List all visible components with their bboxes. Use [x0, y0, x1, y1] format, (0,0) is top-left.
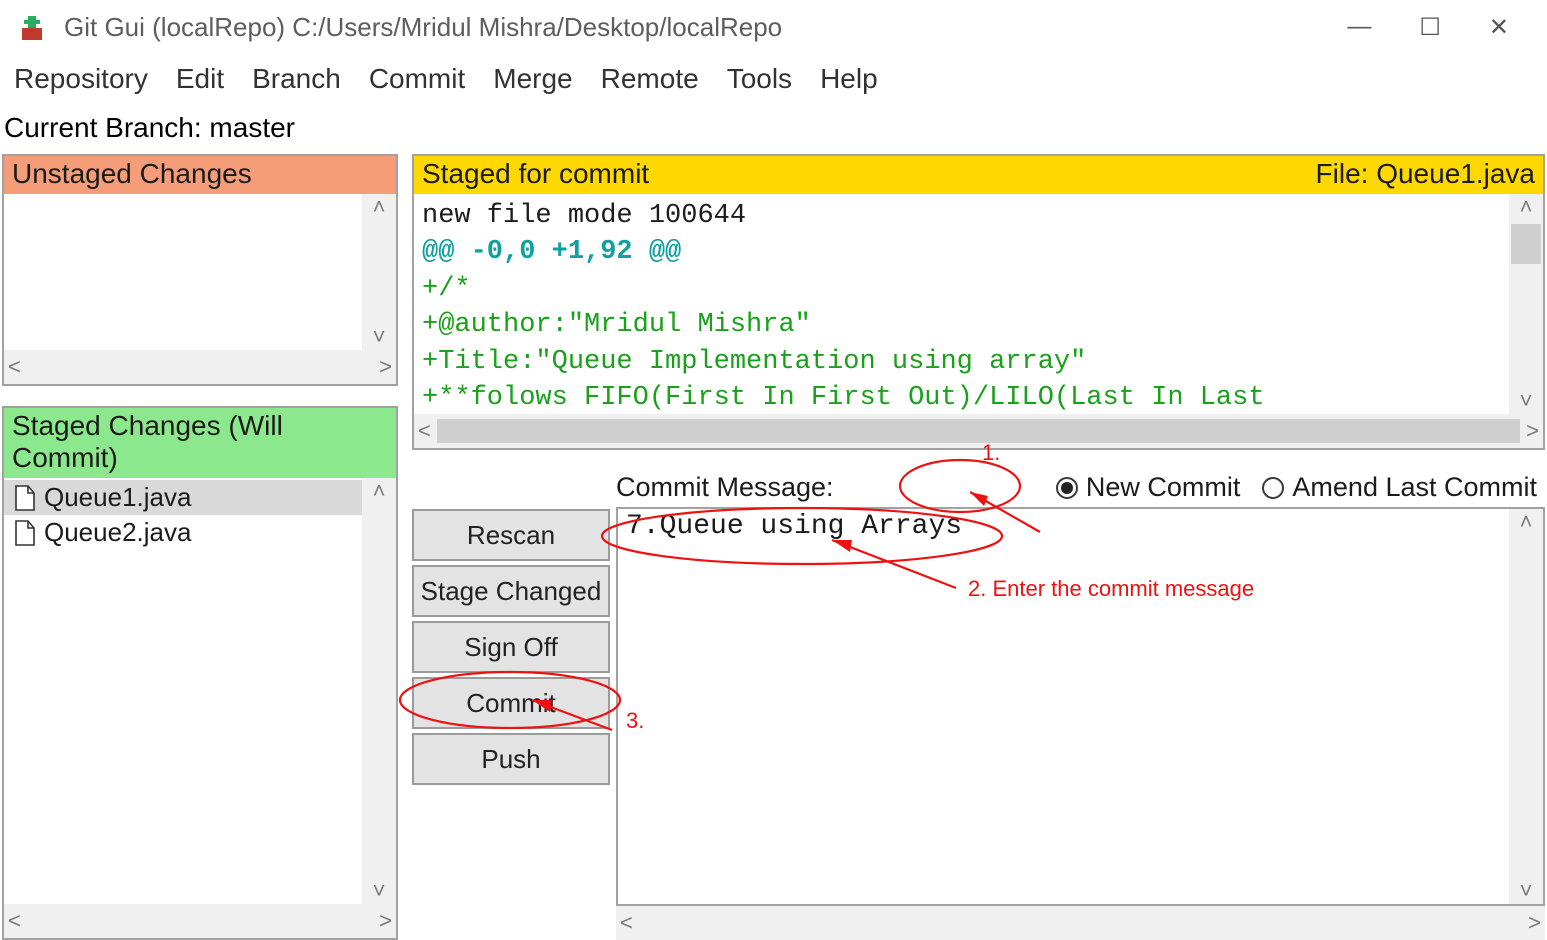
- sign-off-button[interactable]: Sign Off: [412, 621, 610, 673]
- staged-hscrollbar[interactable]: ˂ ˃: [4, 904, 396, 938]
- commit-message-label: Commit Message:: [616, 472, 834, 503]
- radio-icon: [1056, 477, 1078, 499]
- stage-changed-button[interactable]: Stage Changed: [412, 565, 610, 617]
- push-button[interactable]: Push: [412, 733, 610, 785]
- commit-area: Commit Message: New Commit Amend Last Co…: [412, 468, 1545, 940]
- file-icon: [14, 485, 36, 511]
- menu-tools[interactable]: Tools: [727, 63, 792, 95]
- diff-line: +/*: [422, 271, 1535, 307]
- diff-header-left: Staged for commit: [422, 158, 649, 190]
- staged-body[interactable]: Queue1.java Queue2.java ˄ ˅: [4, 478, 396, 904]
- unstaged-panel: Unstaged Changes ˄ ˅ ˂ ˃: [2, 154, 398, 386]
- unstaged-vscrollbar[interactable]: ˄ ˅: [362, 194, 396, 350]
- staged-header: Staged Changes (Will Commit): [4, 408, 396, 478]
- radio-amend-commit[interactable]: Amend Last Commit: [1262, 472, 1537, 503]
- staged-panel: Staged Changes (Will Commit) Queue1.java: [2, 406, 398, 940]
- unstaged-body[interactable]: ˄ ˅: [4, 194, 396, 350]
- app-icon: [18, 14, 46, 42]
- commit-message-text: 7.Queue using Arrays: [618, 509, 1543, 544]
- scroll-down-icon[interactable]: ˅: [373, 324, 386, 350]
- close-button[interactable]: ✕: [1489, 13, 1509, 42]
- scroll-left-icon[interactable]: ˂: [418, 418, 431, 444]
- scroll-up-icon[interactable]: ˄: [373, 478, 386, 504]
- menu-edit[interactable]: Edit: [176, 63, 224, 95]
- diff-line: +**folows FIFO(First In First Out)/LILO(…: [422, 380, 1535, 414]
- diff-body-wrap[interactable]: new file mode 100644@@ -0,0 +1,92 @@+/*+…: [414, 194, 1543, 414]
- scroll-thumb[interactable]: [1511, 224, 1541, 264]
- diff-hscrollbar[interactable]: ˂ ˃: [414, 414, 1543, 448]
- staged-file-name: Queue1.java: [44, 482, 191, 513]
- menu-remote[interactable]: Remote: [601, 63, 699, 95]
- msg-vscrollbar[interactable]: ˄ ˅: [1509, 509, 1543, 904]
- diff-line: @@ -0,0 +1,92 @@: [422, 234, 1535, 270]
- scroll-left-icon[interactable]: ˂: [8, 908, 21, 934]
- maximize-button[interactable]: ☐: [1419, 13, 1441, 42]
- scroll-left-icon[interactable]: ˂: [8, 354, 21, 380]
- scroll-thumb[interactable]: [437, 419, 1520, 443]
- diff-vscrollbar[interactable]: ˄ ˅: [1509, 194, 1543, 414]
- diff-line: +Title:"Queue Implementation using array…: [422, 344, 1535, 380]
- unstaged-header: Unstaged Changes: [4, 156, 396, 194]
- commit-button[interactable]: Commit: [412, 677, 610, 729]
- radio-new-commit-label: New Commit: [1086, 472, 1241, 503]
- staged-file-row[interactable]: Queue1.java: [4, 480, 396, 515]
- scroll-up-icon[interactable]: ˄: [1520, 194, 1533, 220]
- scroll-right-icon[interactable]: ˃: [379, 354, 392, 380]
- diff-panel: Staged for commit File: Queue1.java new …: [412, 154, 1545, 450]
- scroll-down-icon[interactable]: ˅: [373, 878, 386, 904]
- menu-branch[interactable]: Branch: [252, 63, 341, 95]
- menubar: Repository Edit Branch Commit Merge Remo…: [0, 55, 1547, 109]
- radio-amend-commit-label: Amend Last Commit: [1292, 472, 1537, 503]
- scroll-up-icon[interactable]: ˄: [1520, 509, 1533, 535]
- diff-line: +@author:"Mridul Mishra": [422, 307, 1535, 343]
- staged-vscrollbar[interactable]: ˄ ˅: [362, 478, 396, 904]
- titlebar: Git Gui (localRepo) C:/Users/Mridul Mish…: [0, 0, 1547, 55]
- staged-file-name: Queue2.java: [44, 517, 191, 548]
- scroll-right-icon[interactable]: ˃: [1526, 418, 1539, 444]
- scroll-left-icon[interactable]: ˂: [620, 910, 633, 936]
- window-title: Git Gui (localRepo) C:/Users/Mridul Mish…: [64, 12, 1347, 43]
- menu-merge[interactable]: Merge: [493, 63, 572, 95]
- minimize-button[interactable]: ―: [1347, 13, 1371, 42]
- staged-file-row[interactable]: Queue2.java: [4, 515, 396, 550]
- diff-line: new file mode 100644: [422, 198, 1535, 234]
- scroll-down-icon[interactable]: ˅: [1520, 388, 1533, 414]
- menu-repository[interactable]: Repository: [14, 63, 148, 95]
- file-icon: [14, 520, 36, 546]
- unstaged-hscrollbar[interactable]: ˂ ˃: [4, 350, 396, 384]
- diff-header-right: File: Queue1.java: [1316, 158, 1535, 190]
- current-branch-label: Current Branch: master: [0, 109, 1547, 150]
- menu-commit[interactable]: Commit: [369, 63, 465, 95]
- diff-header: Staged for commit File: Queue1.java: [414, 156, 1543, 194]
- menu-help[interactable]: Help: [820, 63, 878, 95]
- radio-new-commit[interactable]: New Commit: [1056, 472, 1241, 503]
- rescan-button[interactable]: Rescan: [412, 509, 610, 561]
- scroll-right-icon[interactable]: ˃: [1528, 910, 1541, 936]
- scroll-up-icon[interactable]: ˄: [373, 194, 386, 220]
- msg-hscrollbar[interactable]: ˂ ˃: [616, 906, 1545, 940]
- scroll-down-icon[interactable]: ˅: [1520, 878, 1533, 904]
- scroll-right-icon[interactable]: ˃: [379, 908, 392, 934]
- commit-message-input[interactable]: 7.Queue using Arrays ˄ ˅: [616, 507, 1545, 906]
- radio-icon: [1262, 477, 1284, 499]
